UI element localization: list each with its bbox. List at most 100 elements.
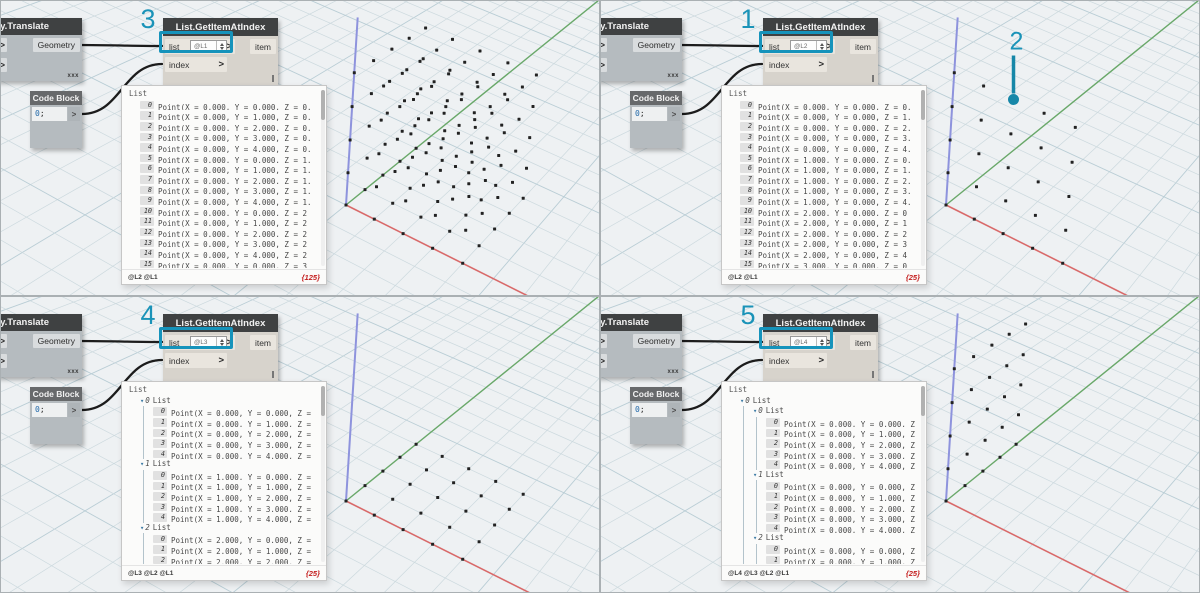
point-3d	[348, 138, 352, 142]
lacing-cross-indicator[interactable]: xxx	[67, 73, 79, 79]
preview-group-row[interactable]: ▾2 List	[753, 533, 918, 544]
code-block-output-port[interactable]: >	[668, 403, 680, 417]
point-3d	[365, 156, 369, 160]
code-block-output-port[interactable]: >	[68, 107, 80, 121]
index-input-port[interactable]: index >	[165, 353, 227, 368]
preview-scrollbar[interactable]	[921, 90, 925, 266]
code-block-title[interactable]: Code Block	[630, 387, 682, 401]
code-block-input[interactable]: 0;	[32, 107, 67, 121]
expander-down-icon[interactable]: ▾	[753, 471, 757, 479]
code-block-title[interactable]: Code Block	[630, 91, 682, 105]
preview-scrollbar[interactable]	[321, 90, 325, 266]
preview-bubble[interactable]: List 0 Point(X = 0.000, Y = 0.000, Z = 0. 1…	[721, 85, 927, 285]
code-block-input[interactable]: 0;	[632, 107, 667, 121]
preview-row: 1 Point(X = 2.000, Y = 1.000, Z =	[153, 544, 318, 555]
translate-input-port-2[interactable]: >	[601, 354, 607, 368]
preview-bubble[interactable]: List ▾0 List 0 Point(X = 0.000, Y = 0.000, Z…	[121, 381, 327, 581]
code-block-node[interactable]: Code Block 0; >	[630, 91, 682, 148]
geometry-translate-node[interactable]: Geometry.Translate > > Geometry xxx	[1, 314, 82, 377]
geometry-translate-node[interactable]: Geometry.Translate > > Geometry xxx	[601, 314, 682, 377]
lacing-indicator[interactable]	[272, 371, 274, 378]
expander-down-icon[interactable]: ▾	[140, 524, 144, 532]
item-output-port[interactable]: item	[249, 39, 276, 54]
lacing-cross-indicator[interactable]: xxx	[667, 369, 679, 375]
preview-level-badges[interactable]: @L3 @L2 @L1	[128, 570, 173, 577]
translate-input-port-2[interactable]: >	[601, 58, 607, 72]
lacing-cross-indicator[interactable]: xxx	[667, 73, 679, 79]
point-3d	[482, 167, 486, 171]
lacing-indicator[interactable]	[872, 75, 874, 82]
code-block-title[interactable]: Code Block	[30, 387, 82, 401]
code-block-output-port[interactable]: >	[668, 107, 680, 121]
preview-group-row[interactable]: ▾0 List	[753, 406, 918, 417]
preview-scrollbar[interactable]	[921, 386, 925, 562]
code-block-output-port[interactable]: >	[68, 403, 80, 417]
preview-level-badges[interactable]: @L2 @L1	[728, 274, 758, 281]
highlighted-point-marker[interactable]	[1008, 94, 1020, 106]
preview-bubble[interactable]: List ▾0 List ▾0 List 0 Point(X = 0.000, Y = 0.…	[721, 381, 927, 581]
translate-node-title[interactable]: Geometry.Translate	[1, 18, 82, 35]
expander-down-icon[interactable]: ▾	[753, 534, 757, 542]
preview-level-badges[interactable]: @L4 @L3 @L2 @L1	[728, 570, 789, 577]
list-getitematindex-node[interactable]: List.GetItemAtIndex list @L1 > index > i…	[159, 18, 278, 85]
lacing-cross-indicator[interactable]: xxx	[67, 369, 79, 375]
geometry-output-port[interactable]: Geometry	[32, 38, 80, 52]
preview-item-count: {25}	[305, 568, 320, 578]
scrollbar-thumb[interactable]	[321, 386, 325, 416]
index-input-port[interactable]: index >	[765, 57, 827, 72]
list-getitematindex-node[interactable]: List.GetItemAtIndex list @L4 > index > i…	[759, 314, 878, 381]
code-block-node[interactable]: Code Block 0; >	[30, 91, 82, 148]
translate-node-title[interactable]: Geometry.Translate	[1, 314, 82, 331]
translate-input-port-1[interactable]: >	[601, 38, 607, 52]
geometry-output-port[interactable]: Geometry	[32, 334, 80, 348]
geometry-translate-node[interactable]: Geometry.Translate > > Geometry xxx	[1, 18, 82, 81]
list-getitematindex-node[interactable]: List.GetItemAtIndex list @L2 > index > i…	[759, 18, 878, 85]
lacing-indicator[interactable]	[872, 371, 874, 378]
row-value: Point(X = 2.000, Y = 0.000, Z = 2	[758, 229, 908, 238]
item-output-port[interactable]: item	[249, 335, 276, 350]
scrollbar-thumb[interactable]	[321, 90, 325, 120]
geometry-translate-node[interactable]: Geometry.Translate > > Geometry xxx	[601, 18, 682, 81]
translate-input-port-2[interactable]: >	[1, 354, 7, 368]
preview-group-row[interactable]: ▾0 List	[140, 396, 318, 407]
scrollbar-thumb[interactable]	[921, 90, 925, 120]
preview-bubble[interactable]: List 0 Point(X = 0.000, Y = 0.000, Z = 0. 1…	[121, 85, 327, 285]
lacing-indicator[interactable]	[272, 75, 274, 82]
preview-scrollbar[interactable]	[321, 386, 325, 562]
step-number-annotation: 4	[140, 300, 156, 330]
preview-group-row[interactable]: ▾1 List	[753, 470, 918, 481]
preview-level-badges[interactable]: @L2 @L1	[128, 274, 158, 281]
point-3d	[985, 407, 989, 411]
translate-input-port-1[interactable]: >	[1, 38, 7, 52]
code-block-node[interactable]: Code Block 0; >	[30, 387, 82, 444]
code-block-input[interactable]: 0;	[632, 403, 667, 417]
translate-input-port-1[interactable]: >	[1, 334, 7, 348]
geometry-output-port[interactable]: Geometry	[632, 334, 680, 348]
code-block-input[interactable]: 0;	[32, 403, 67, 417]
row-index-chip: 4	[140, 143, 154, 152]
geometry-output-port[interactable]: Geometry	[632, 38, 680, 52]
index-input-port[interactable]: index >	[165, 57, 227, 72]
item-output-port[interactable]: item	[849, 39, 876, 54]
point-3d	[433, 213, 437, 217]
expander-down-icon[interactable]: ▾	[140, 397, 144, 405]
preview-group-row[interactable]: ▾0 List	[740, 396, 918, 407]
code-block-node[interactable]: Code Block 0; >	[630, 387, 682, 444]
index-input-port[interactable]: index >	[765, 353, 827, 368]
point-3d	[490, 111, 494, 115]
preview-group-row[interactable]: ▾1 List	[140, 459, 318, 470]
expander-down-icon[interactable]: ▾	[140, 460, 144, 468]
expander-down-icon[interactable]: ▾	[753, 407, 757, 415]
translate-node-title[interactable]: Geometry.Translate	[601, 18, 682, 35]
item-output-port[interactable]: item	[849, 335, 876, 350]
point-3d	[456, 131, 460, 135]
preview-row: 0 Point(X = 0.000, Y = 0.000, Z	[766, 544, 918, 555]
preview-group-row[interactable]: ▾2 List	[140, 523, 318, 534]
expander-down-icon[interactable]: ▾	[740, 397, 744, 405]
code-block-title[interactable]: Code Block	[30, 91, 82, 105]
translate-input-port-2[interactable]: >	[1, 58, 7, 72]
list-getitematindex-node[interactable]: List.GetItemAtIndex list @L3 > index > i…	[159, 314, 278, 381]
translate-input-port-1[interactable]: >	[601, 334, 607, 348]
scrollbar-thumb[interactable]	[921, 386, 925, 416]
translate-node-title[interactable]: Geometry.Translate	[601, 314, 682, 331]
